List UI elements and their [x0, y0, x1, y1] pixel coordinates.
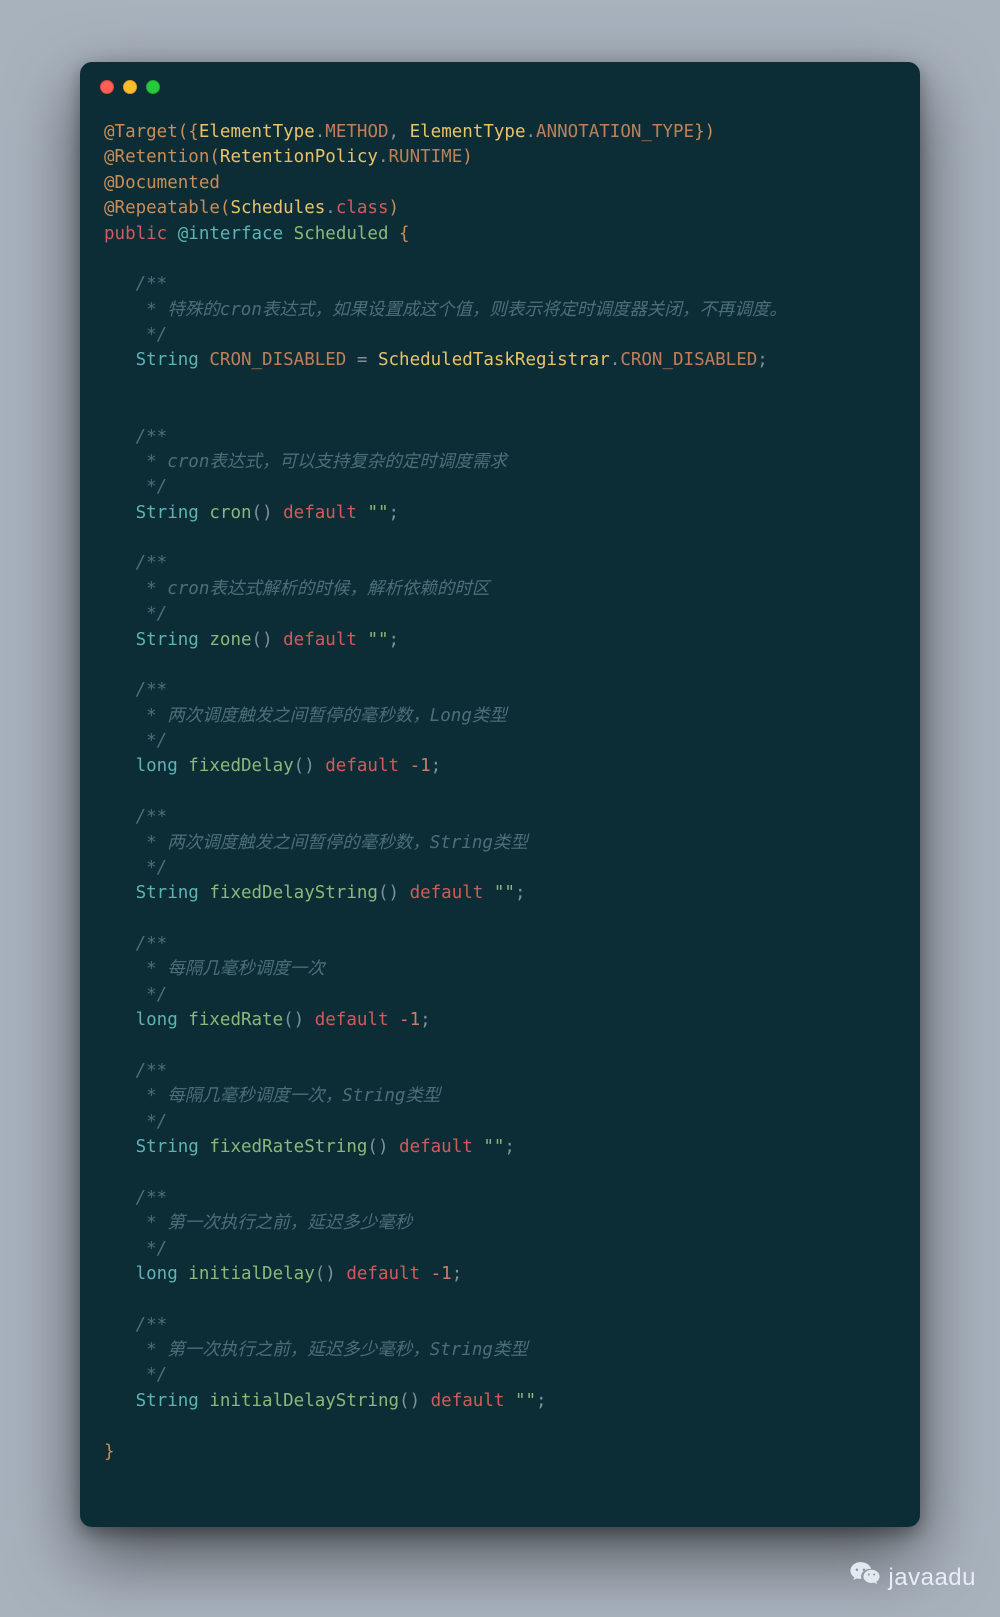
method-fixeddelaystring: fixedDelayString	[209, 883, 378, 903]
const-cron-disabled: CRON_DISABLED	[209, 350, 357, 370]
watermark-text: javaadu	[888, 1561, 976, 1596]
annotation-retention: @Retention	[104, 147, 209, 167]
method-fixeddelay: fixedDelay	[188, 756, 293, 776]
method-initialdelay: initialDelay	[188, 1264, 314, 1284]
code-block: @Target({ElementType.METHOD, ElementType…	[80, 100, 920, 1527]
method-zone: zone	[209, 630, 251, 650]
brace-close: }	[104, 1442, 115, 1462]
window-controls	[80, 62, 920, 100]
method-fixedratestring: fixedRateString	[209, 1137, 367, 1157]
minimize-icon[interactable]	[123, 80, 137, 94]
close-icon[interactable]	[100, 80, 114, 94]
annotation-repeatable: @Repeatable	[104, 198, 220, 218]
watermark: javaadu	[850, 1558, 976, 1599]
annotation-target: @Target	[104, 122, 178, 142]
method-cron: cron	[209, 503, 251, 523]
method-initialdelaystring: initialDelayString	[209, 1391, 399, 1411]
wechat-icon	[850, 1558, 880, 1599]
method-fixedrate: fixedRate	[188, 1010, 283, 1030]
interface-name: Scheduled	[294, 224, 399, 244]
zoom-icon[interactable]	[146, 80, 160, 94]
code-window: @Target({ElementType.METHOD, ElementType…	[80, 62, 920, 1527]
annotation-documented: @Documented	[104, 173, 220, 193]
